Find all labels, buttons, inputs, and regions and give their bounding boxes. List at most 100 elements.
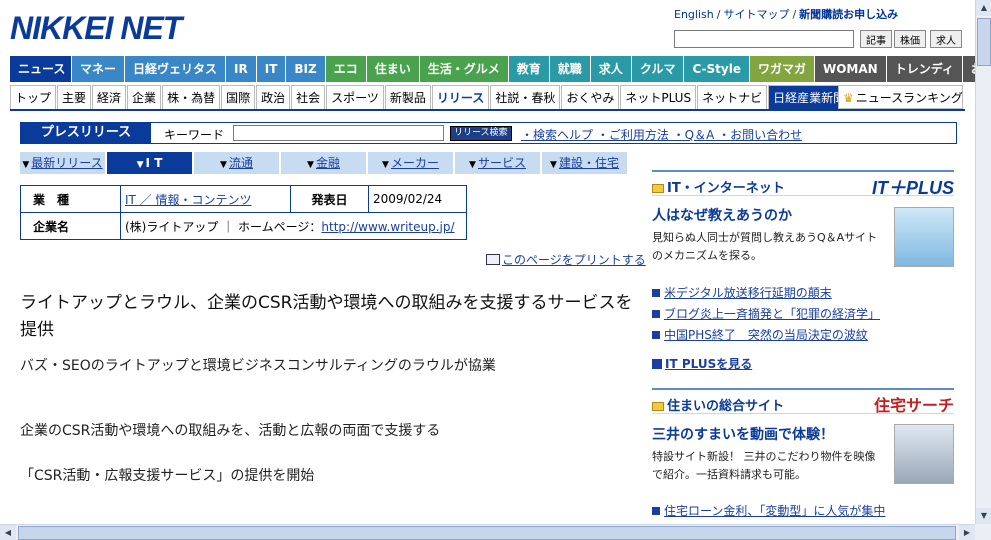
subnav-international[interactable]: 国際 [221, 85, 256, 109]
list-item[interactable]: 中国PHS終了 突然の当局決定の波紋 [652, 325, 954, 346]
gnav-veritas[interactable]: 日経ヴェリタス [125, 56, 227, 82]
gnav-cstyle[interactable]: C-Style [684, 56, 750, 82]
tab-maker[interactable]: ▼ メーカー [368, 152, 453, 174]
list-item-label: 中国PHS終了 突然の当局決定の波紋 [664, 328, 868, 342]
jutaku-search-logo[interactable]: 住宅サーチ [874, 392, 954, 416]
tab-it[interactable]: ▼ I T [107, 152, 192, 174]
gnav-woman[interactable]: WOMAN [814, 56, 887, 82]
gnav-news[interactable]: ニュース [10, 56, 72, 82]
gnav-biz[interactable]: BIZ [286, 56, 326, 82]
subnav-products[interactable]: 新製品 [384, 85, 431, 109]
list-item[interactable]: ブログ炎上一斉摘発と「犯罪の経済学」 [652, 304, 954, 325]
company-name: (株)ライトアップ ｜ ホームページ： [125, 219, 322, 234]
housing-box-header: 住まいの総合サイト 住宅サーチ [652, 388, 954, 416]
sitemap-link[interactable]: サイトマップ [723, 8, 789, 21]
subnav-obituaries[interactable]: おくやみ [561, 85, 620, 109]
scroll-right-icon[interactable]: ▶ [959, 525, 975, 540]
housing-feature-thumbnail[interactable] [894, 424, 954, 484]
company-url-link[interactable]: http://www.writeup.jp/ [321, 220, 454, 234]
printer-icon [486, 254, 500, 265]
list-item[interactable]: 住宅ローン金利、「変動型」に人気が集中 [652, 501, 954, 522]
scroll-up-icon[interactable]: ▲ [976, 0, 991, 16]
chevron-down-icon: ▼ [469, 160, 476, 170]
tab-label: I T [145, 156, 163, 170]
housing-box-title: 住まいの総合サイト [667, 399, 785, 414]
subnav-main[interactable]: 主要 [57, 85, 92, 109]
gnav-kyujin[interactable]: 求人 [590, 56, 632, 82]
subnav-economy[interactable]: 経済 [92, 85, 127, 109]
gnav-sumai[interactable]: 住まい [366, 56, 420, 82]
it-box-header: IT・インターネット IT＋PLUS [652, 170, 954, 198]
tab-finance[interactable]: ▼ 金融 [281, 152, 366, 174]
subnav-sports[interactable]: スポーツ [326, 85, 384, 109]
tab-label: サービス [477, 156, 526, 170]
gnav-wagamaga[interactable]: ワガマガ [749, 56, 815, 82]
gnav-shushoku[interactable]: 就職 [549, 56, 591, 82]
search-stocks-button[interactable]: 株価 [894, 30, 926, 48]
sub-nav: トップ 主要 経済 企業 株・為替 国際 政治 社会 スポーツ 新製品 リリース… [10, 85, 965, 111]
subscribe-link[interactable]: 新聞購読お申し込み [799, 8, 898, 21]
folder-icon [652, 184, 664, 193]
housing-feature-desc: 特設サイト新設！ 三井のこだわり物件を映像で紹介。一括資料請求も可能。 [652, 450, 876, 481]
subnav-society[interactable]: 社会 [291, 85, 326, 109]
it-feature-thumbnail[interactable] [894, 207, 954, 267]
subnav-companies[interactable]: 企業 [127, 85, 162, 109]
english-link[interactable]: English [674, 8, 714, 21]
scroll-down-icon[interactable]: ▼ [976, 508, 991, 524]
print-label: このページをプリントする [502, 253, 646, 267]
tab-service[interactable]: ▼ サービス [455, 152, 540, 174]
search-articles-button[interactable]: 記事 [860, 30, 892, 48]
article-subhead: バズ・SEOのライトアップと環境ビジネスコンサルティングのラウルが協業 [20, 358, 496, 374]
horizontal-scrollbar[interactable]: ◀ ▶ [0, 524, 975, 540]
bullet-icon [652, 310, 660, 318]
gnav-money[interactable]: マネー [72, 56, 126, 82]
industry-label: 業 種 [20, 185, 121, 213]
chevron-down-icon: ▼ [550, 160, 557, 170]
vertical-scroll-thumb[interactable] [977, 18, 991, 66]
industry-value[interactable]: IT ／ 情報・コンテンツ [125, 193, 252, 207]
it-plus-logo[interactable]: IT＋PLUS [872, 174, 954, 200]
vertical-scrollbar[interactable]: ▲ ▼ [975, 0, 991, 524]
category-tabs: ▼ 最新リリース ▼ I T ▼ 流通 ▼ 金融 ▼ メーカー ▼ サービス ▼ 建設・住宅 [20, 152, 629, 174]
it-feature-desc: 見知らぬ人同士が質問し教えあうQ＆Aサイトのメカニズムを探る。 [652, 231, 878, 262]
gnav-otona-off[interactable]: おとなのOFF [962, 56, 975, 82]
subnav-top[interactable]: トップ [10, 85, 57, 109]
tab-latest[interactable]: ▼ 最新リリース [20, 152, 105, 174]
news-ranking-link[interactable]: ♛ ニュースランキング [838, 85, 963, 109]
nikkei-net-logo[interactable]: NIKKEI NET [10, 10, 220, 46]
search-jobs-button[interactable]: 求人 [930, 30, 962, 48]
it-feature: 人はなぜ教えあうのか 見知らぬ人同士が質問し教えあうQ＆Aサイトのメカニズムを探… [652, 205, 954, 267]
gnav-education[interactable]: 教育 [508, 56, 550, 82]
release-search-button[interactable]: リリース検索 [450, 126, 512, 141]
subnav-netnavi[interactable]: ネットナビ [697, 85, 768, 109]
tab-construction[interactable]: ▼ 建設・住宅 [542, 152, 627, 174]
subnav-release[interactable]: リリース [431, 85, 490, 109]
horizontal-scroll-thumb[interactable] [18, 526, 956, 540]
subnav-netplus[interactable]: ネットPLUS [620, 85, 697, 109]
scrollbar-corner [975, 524, 991, 540]
article-headline: ライトアップとラウル、企業のCSR活動や環境への取組みを支援するサービスを提供 [20, 293, 633, 340]
gnav-life[interactable]: 生活・グルメ [419, 56, 509, 82]
gnav-ir[interactable]: IR [226, 56, 257, 82]
list-item[interactable]: 米デジタル放送移行延期の顛末 [652, 283, 954, 304]
gnav-eco[interactable]: エコ [325, 56, 367, 82]
article-body-2: 「CSR活動・広報支援サービス」の提供を開始 [20, 468, 315, 484]
gnav-trendy[interactable]: トレンディ [886, 56, 963, 82]
subnav-politics[interactable]: 政治 [256, 85, 291, 109]
help-links[interactable]: ・検索ヘルプ ・ご利用方法 ・Q＆A ・お問い合わせ [521, 126, 802, 143]
gnav-car[interactable]: クルマ [631, 56, 685, 82]
print-page-link[interactable]: このページをプリントする [486, 251, 646, 268]
gnav-it[interactable]: IT [256, 56, 287, 82]
subnav-markets[interactable]: 株・為替 [162, 85, 221, 109]
press-release-bar: プレスリリース キーワード リリース検索 ・検索ヘルプ ・ご利用方法 ・Q＆A … [20, 122, 957, 144]
scroll-left-icon[interactable]: ◀ [0, 525, 16, 540]
it-internet-box: IT・インターネット IT＋PLUS [652, 170, 954, 198]
it-plus-more-link[interactable]: IT PLUSを見る [652, 355, 954, 372]
subnav-editorial[interactable]: 社説・春秋 [490, 85, 561, 109]
housing-feature: 三井のすまいを動画で体験！ 特設サイト新設！ 三井のこだわり物件を映像で紹介。一… [652, 424, 954, 484]
tab-label: 建設・住宅 [558, 156, 619, 170]
header-search-input[interactable] [674, 30, 854, 48]
tab-retail[interactable]: ▼ 流通 [194, 152, 279, 174]
housing-news-list: 住宅ローン金利、「変動型」に人気が集中 [652, 501, 954, 522]
keyword-input[interactable] [233, 125, 444, 141]
